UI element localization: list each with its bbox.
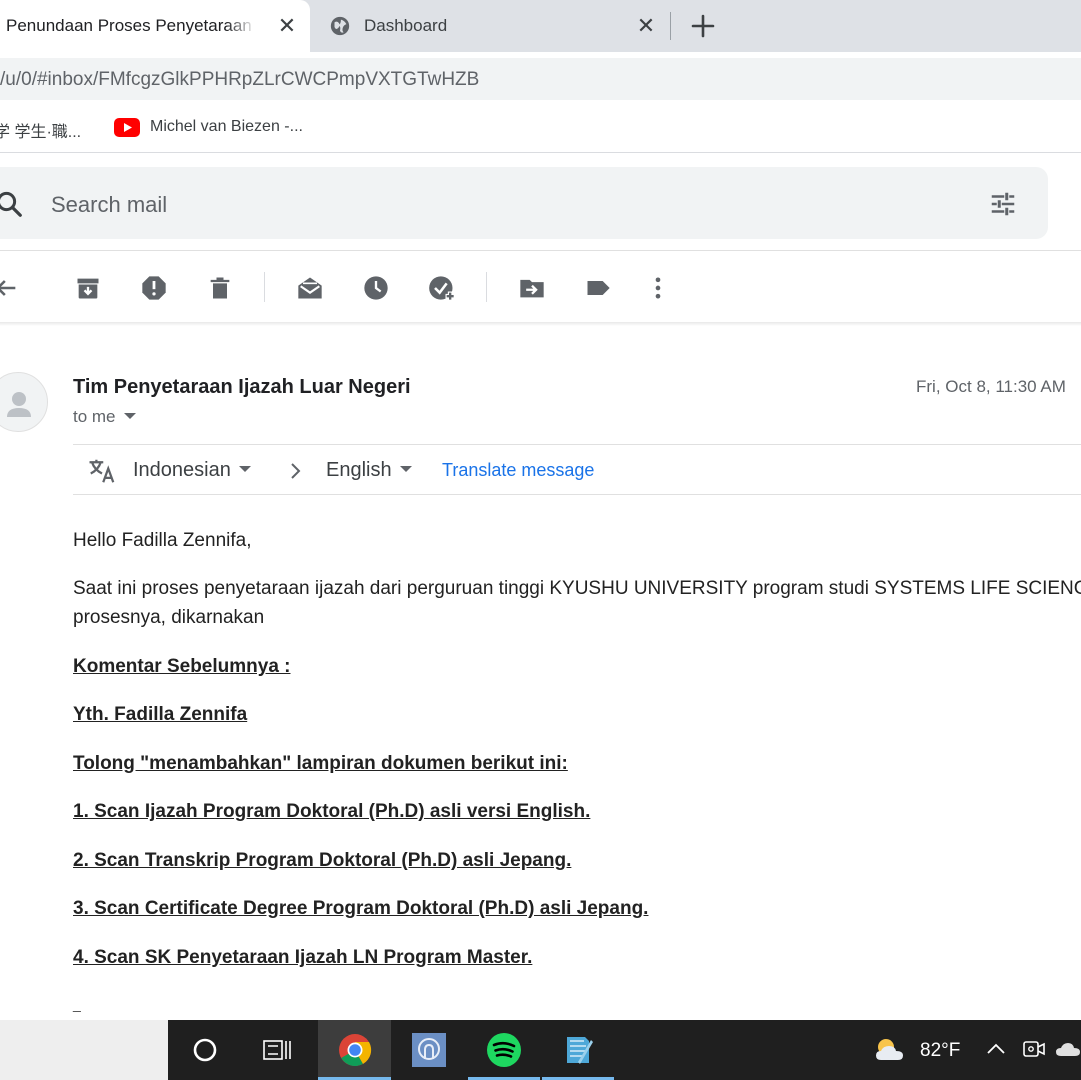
- message-action-toolbar: [0, 252, 1081, 324]
- report-spam-icon[interactable]: [140, 274, 168, 302]
- tab-title: Dashboard: [364, 16, 448, 35]
- toolbar-divider: [486, 272, 487, 302]
- paragraph-line: Saat ini proses penyetaraan ijazah dari …: [73, 578, 1081, 599]
- source-language-label: Indonesian: [133, 459, 231, 481]
- spotify-taskbar-button[interactable]: [468, 1020, 540, 1080]
- browser-toolbar: /u/0/#inbox/FMfcgzGlkPPHRpZLrCWCPmpVXTGT…: [0, 52, 1081, 105]
- close-icon[interactable]: ✕: [635, 15, 657, 37]
- app-icon: [412, 1033, 446, 1067]
- search-options-icon[interactable]: [988, 189, 1018, 219]
- windows-taskbar: 82°F: [0, 1020, 1081, 1080]
- bookmarks-bar: 学 学生·職... Michel van Biezen -...: [0, 105, 1081, 153]
- bookmark-item[interactable]: Michel van Biezen -...: [150, 118, 303, 136]
- address-bar[interactable]: /u/0/#inbox/FMfcgzGlkPPHRpZLrCWCPmpVXTGT…: [0, 58, 1081, 100]
- search-icon[interactable]: [0, 189, 24, 219]
- tab-active[interactable]: Penundaan Proses Penyetaraan Ijazah Luar…: [0, 0, 310, 52]
- divider: [0, 250, 1081, 251]
- add-task-icon[interactable]: [428, 274, 456, 302]
- more-vert-icon[interactable]: [644, 274, 672, 302]
- translate-icon: [89, 459, 115, 483]
- snooze-icon[interactable]: [362, 274, 390, 302]
- meet-now-icon[interactable]: [1022, 1038, 1046, 1060]
- translate-bar: Indonesian English Translate message: [73, 444, 1081, 495]
- onedrive-icon[interactable]: [1055, 1038, 1081, 1060]
- message-date: Fri, Oct 8, 11:30 AM: [916, 377, 1066, 396]
- recipients-label: to me: [73, 407, 116, 426]
- greeting: Hello Fadilla Zennifa,: [73, 530, 252, 551]
- comment-line: 3. Scan Certificate Degree Program Dokto…: [73, 898, 649, 919]
- translate-message-link[interactable]: Translate message: [442, 460, 594, 481]
- move-to-icon[interactable]: [518, 274, 546, 302]
- comment-line: Tolong "menambahkan" lampiran dokumen be…: [73, 753, 568, 774]
- youtube-icon: [114, 118, 140, 137]
- tab-title: Penundaan Proses Penyetaraan Ijazah Luar…: [6, 16, 256, 35]
- archive-icon[interactable]: [74, 274, 102, 302]
- trailing-text: _: [73, 996, 81, 1012]
- url-text: /u/0/#inbox/FMfcgzGlkPPHRpZLrCWCPmpVXTGT…: [0, 69, 480, 90]
- task-view-button[interactable]: [241, 1020, 313, 1080]
- chevron-up-icon[interactable]: [985, 1038, 1007, 1060]
- comment-line: 4. Scan SK Penyetaraan Ijazah LN Program…: [73, 947, 533, 968]
- caret-down-icon: [238, 466, 251, 473]
- tab-divider: [670, 12, 671, 40]
- tab-dashboard[interactable]: Dashboard ✕: [312, 0, 670, 52]
- chrome-icon: [338, 1034, 371, 1067]
- app-taskbar-button[interactable]: [393, 1020, 465, 1080]
- body-paragraph: Saat ini proses penyetaraan ijazah dari …: [73, 578, 1081, 638]
- search-mail-bar[interactable]: Search mail: [0, 167, 1048, 239]
- taskbar-search-area[interactable]: [0, 1020, 168, 1080]
- caret-down-icon[interactable]: [123, 413, 136, 420]
- chevron-right-icon: [291, 463, 301, 479]
- label-icon[interactable]: [584, 274, 612, 302]
- cortana-button[interactable]: [169, 1020, 241, 1080]
- delete-icon[interactable]: [206, 274, 234, 302]
- temperature-text[interactable]: 82°F: [920, 1040, 960, 1062]
- toolbar-divider: [264, 272, 265, 302]
- back-arrow-icon[interactable]: [0, 274, 20, 302]
- comment-heading: Komentar Sebelumnya :: [73, 656, 291, 677]
- caret-down-icon: [399, 466, 412, 473]
- comment-line: Yth. Fadilla Zennifa: [73, 704, 248, 725]
- target-language-select[interactable]: English: [326, 459, 412, 482]
- browser-tab-strip: Penundaan Proses Penyetaraan Ijazah Luar…: [0, 0, 1081, 52]
- sender-name[interactable]: Tim Penyetaraan Ijazah Luar Negeri: [73, 376, 411, 399]
- paragraph-line: prosesnya, dikarnakan: [73, 607, 265, 628]
- person-icon: [7, 392, 31, 417]
- greeting-line: Hello Fadilla Zennifa,: [73, 530, 1081, 560]
- weather-partly-cloudy-icon[interactable]: [873, 1036, 907, 1064]
- notepad-taskbar-button[interactable]: [542, 1020, 614, 1080]
- avatar[interactable]: [0, 372, 48, 432]
- comment-line: 1. Scan Ijazah Program Doktoral (Ph.D) a…: [73, 801, 591, 822]
- source-language-select[interactable]: Indonesian: [133, 459, 251, 482]
- globe-icon: [330, 16, 350, 36]
- notepad-icon: [567, 1037, 593, 1064]
- bookmark-item[interactable]: 学 学生·職...: [0, 118, 81, 142]
- mark-unread-icon[interactable]: [296, 274, 324, 302]
- target-language-label: English: [326, 459, 392, 481]
- spotify-icon: [487, 1033, 521, 1067]
- chrome-taskbar-button[interactable]: [318, 1020, 391, 1080]
- new-tab-plus-icon[interactable]: [688, 11, 718, 41]
- cortana-icon: [193, 1038, 217, 1062]
- task-view-icon: [263, 1040, 291, 1060]
- comment-line: 2. Scan Transkrip Program Doktoral (Ph.D…: [73, 850, 572, 871]
- search-input[interactable]: Search mail: [51, 192, 167, 218]
- toolbar-shadow: [0, 322, 1081, 326]
- close-icon[interactable]: ✕: [276, 15, 298, 37]
- recipients-toggle[interactable]: to me: [73, 407, 136, 427]
